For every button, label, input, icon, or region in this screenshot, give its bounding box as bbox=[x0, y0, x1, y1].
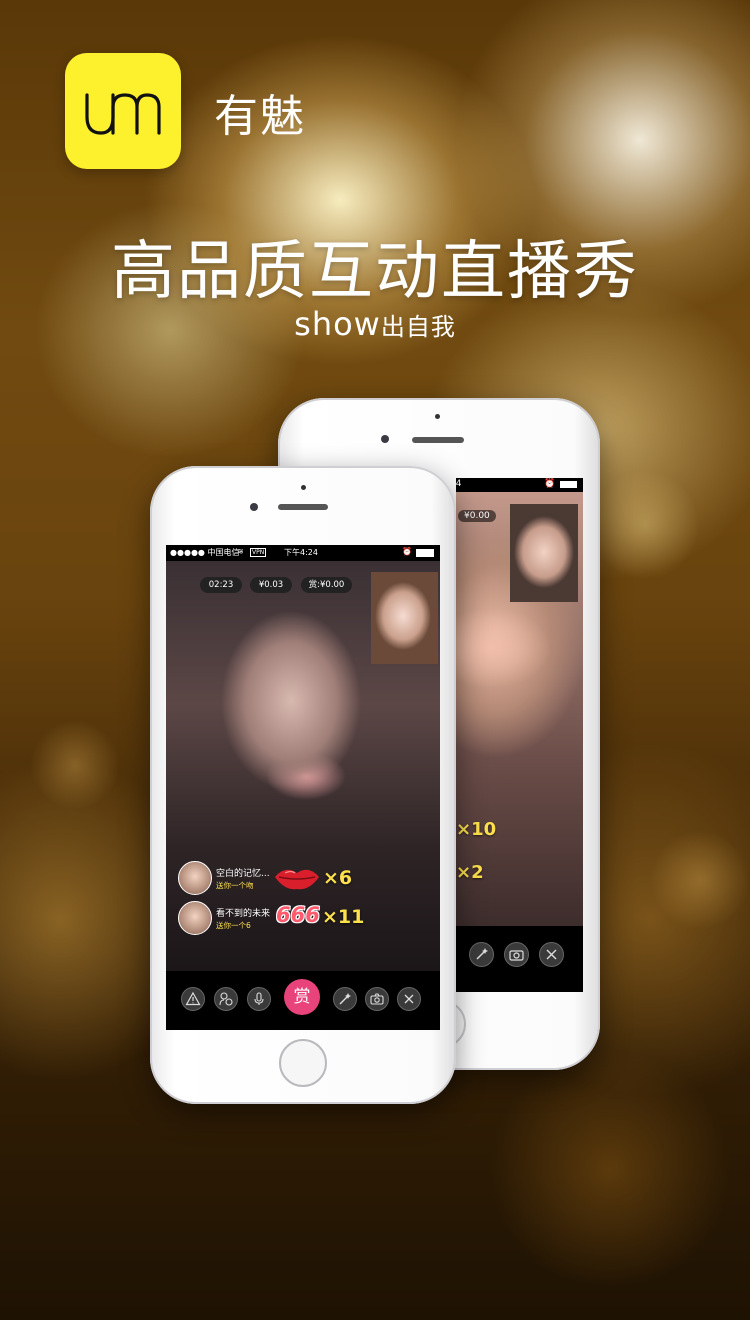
filter-button[interactable] bbox=[214, 987, 238, 1011]
gift-sender-name: 看不到的未来 bbox=[216, 909, 271, 919]
close-icon bbox=[404, 994, 414, 1004]
tagline: show出自我 bbox=[0, 305, 750, 343]
gift-count: ×10 bbox=[456, 819, 497, 840]
app-name: 有魅 bbox=[214, 91, 306, 142]
lens-flare bbox=[590, 470, 700, 580]
status-time: 下午4:24 bbox=[284, 548, 318, 557]
close-icon bbox=[546, 949, 557, 960]
earnings-pill: ¥0.03 bbox=[250, 577, 292, 593]
magic-wand-icon bbox=[476, 948, 488, 960]
microphone-button[interactable] bbox=[247, 987, 271, 1011]
avatar[interactable] bbox=[178, 861, 212, 895]
warning-icon bbox=[185, 991, 201, 1006]
front-phone-screen: ●●●●● 中国电信 ≋ VPN 下午4:24 ⏰ 02:23 ¥0.03 赏:… bbox=[166, 545, 440, 1030]
status-bar: 24 ⏰ bbox=[456, 478, 583, 492]
gift-sender-name: 空白的记忆... bbox=[216, 869, 270, 879]
headline: 高品质互动直播秀 bbox=[111, 235, 639, 309]
broadcast-toolbar: 赏 bbox=[166, 971, 440, 1030]
close-button[interactable] bbox=[397, 987, 421, 1011]
camera-switch-button[interactable] bbox=[365, 987, 389, 1011]
status-bar: ●●●●● 中国电信 ≋ VPN 下午4:24 ⏰ bbox=[166, 545, 440, 561]
front-camera bbox=[381, 435, 389, 443]
report-button[interactable] bbox=[181, 987, 205, 1011]
tagline-cn: 出自我 bbox=[380, 313, 456, 341]
lens-flare bbox=[650, 830, 750, 930]
timer-pill: 02:23 bbox=[200, 577, 242, 593]
wifi-icon: ≋ bbox=[237, 547, 244, 556]
app-logo bbox=[65, 53, 181, 169]
filter-icon bbox=[219, 992, 233, 1006]
alarm-icon: ⏰ bbox=[544, 479, 556, 489]
sensor bbox=[301, 485, 306, 490]
avatar[interactable] bbox=[178, 901, 212, 935]
reward-pill: 赏:¥0.00 bbox=[301, 577, 352, 593]
close-button[interactable] bbox=[539, 942, 564, 967]
battery-icon bbox=[416, 549, 434, 557]
camera-switch-icon bbox=[370, 993, 384, 1005]
home-button[interactable] bbox=[279, 1039, 327, 1087]
666-icon: 666 bbox=[276, 903, 320, 927]
gift-count: ×11 bbox=[322, 906, 365, 928]
vpn-badge: VPN bbox=[250, 548, 267, 557]
camera-switch-button[interactable] bbox=[504, 942, 529, 967]
um-logo-icon bbox=[85, 93, 161, 135]
gift-description: 送你一个6 bbox=[216, 921, 251, 930]
lens-flare bbox=[30, 720, 120, 810]
front-camera bbox=[250, 503, 258, 511]
sensor bbox=[435, 414, 440, 419]
lips-icon bbox=[275, 869, 319, 890]
back-phone-screen: 24 ⏰ ¥0.00 ×10 ×2 bbox=[456, 478, 583, 992]
carrier-label: ●●●●● 中国电信 bbox=[170, 548, 240, 557]
earpiece-speaker bbox=[412, 437, 464, 443]
magic-wand-button[interactable] bbox=[469, 942, 494, 967]
camera-switch-icon bbox=[509, 950, 524, 961]
microphone-icon bbox=[254, 992, 264, 1005]
battery-icon bbox=[560, 481, 577, 488]
magic-wand-icon bbox=[339, 993, 351, 1005]
guest-video-pip[interactable] bbox=[371, 572, 438, 664]
alarm-icon: ⏰ bbox=[402, 547, 412, 556]
status-time: 24 bbox=[456, 479, 462, 489]
earnings-pill: ¥0.00 bbox=[458, 510, 496, 522]
reward-button[interactable]: 赏 bbox=[284, 979, 320, 1015]
magic-wand-button[interactable] bbox=[333, 987, 357, 1011]
gift-count: ×2 bbox=[456, 862, 484, 883]
tagline-latin: show bbox=[294, 305, 381, 343]
gift-count: ×6 bbox=[323, 867, 353, 889]
gift-description: 送你一个吻 bbox=[216, 881, 254, 890]
earpiece-speaker bbox=[278, 504, 328, 510]
guest-video-pip[interactable] bbox=[510, 504, 578, 602]
